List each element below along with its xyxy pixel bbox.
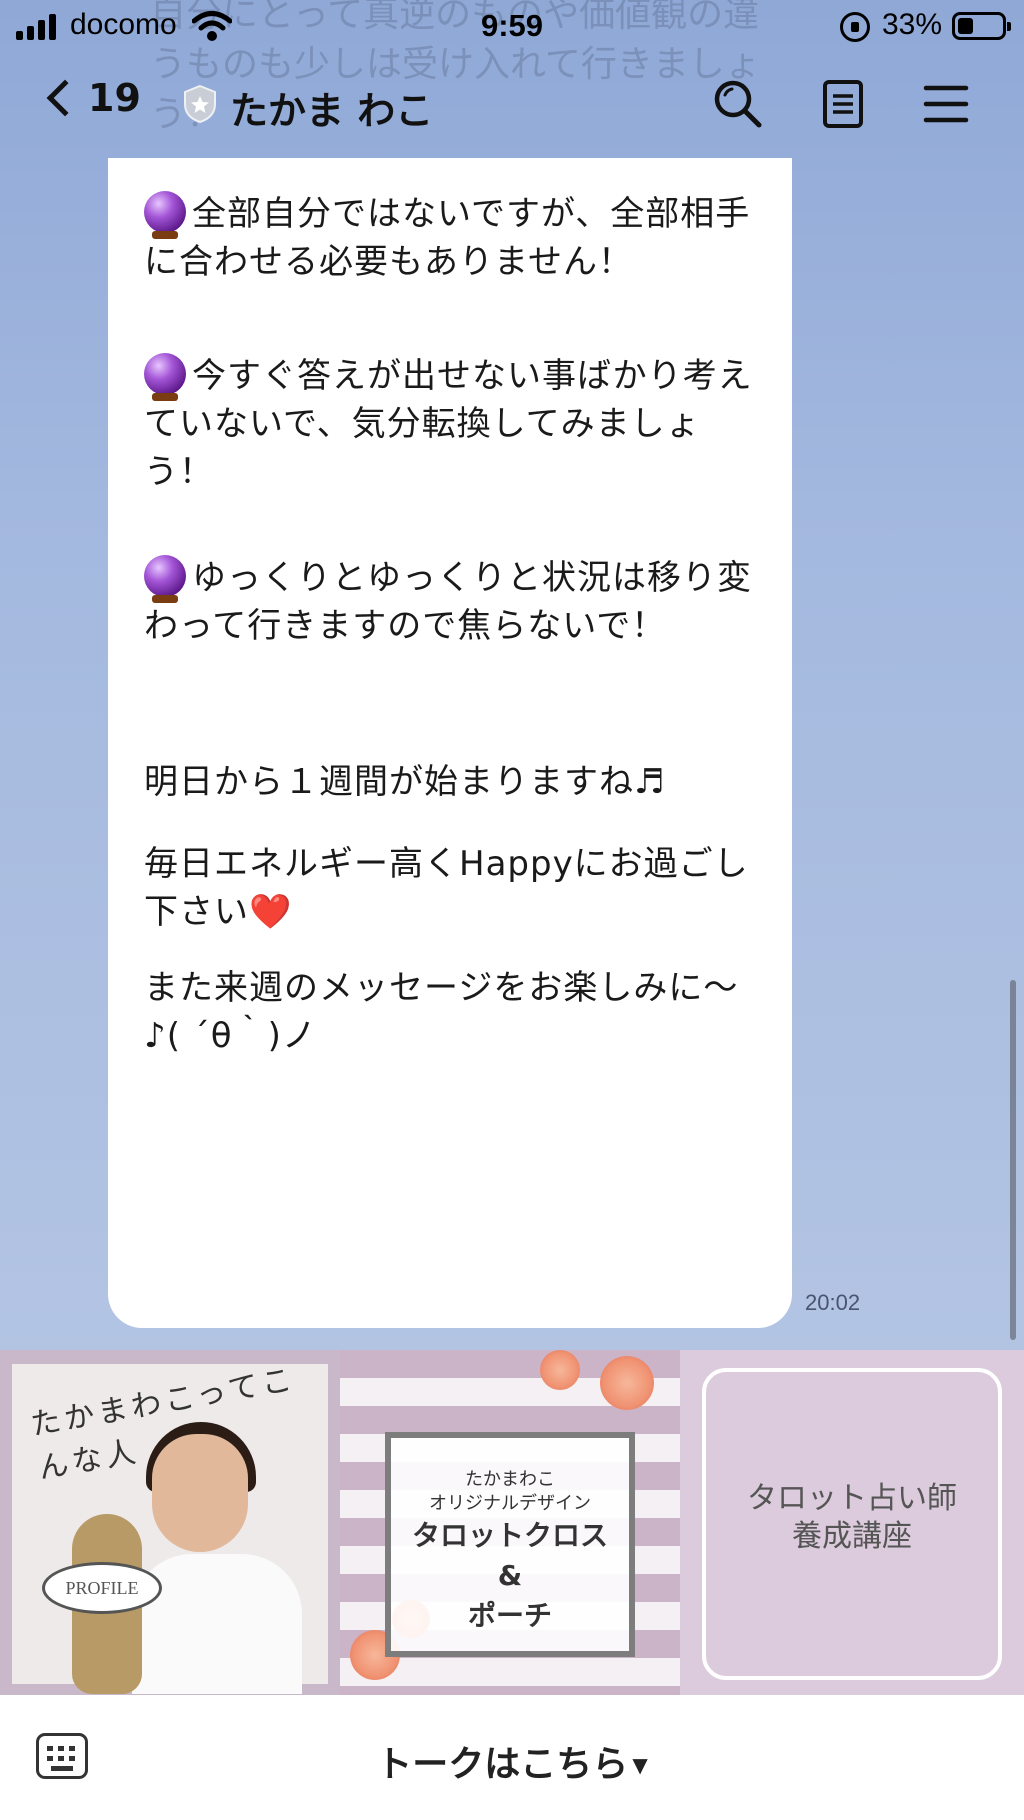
rich-menu: たかまわこってこんな人 PROFILE たかまわこ オリジナルデザイン タロット… bbox=[0, 1350, 1024, 1695]
chat-title: たかま わこ bbox=[230, 89, 434, 133]
message-paragraph: 今すぐ答えが出せない事ばかり考えていないで、気分転換してみましょう！ bbox=[144, 352, 764, 496]
caret-down-icon: ▼ bbox=[632, 1753, 648, 1777]
profile-badge: PROFILE bbox=[42, 1562, 162, 1614]
crystal-ball-icon bbox=[144, 555, 186, 603]
profile-image: たかまわこってこんな人 PROFILE bbox=[12, 1362, 328, 1694]
talk-menu-toggle-button[interactable]: トークはこちら ▼ bbox=[0, 1735, 1024, 1787]
chat-area[interactable]: 自分にとって真逆のものや価値観の違うものも少しは受け入れて行きましょう！ 全部自… bbox=[0, 0, 1024, 1355]
verified-shield-icon bbox=[184, 84, 216, 124]
notes-icon[interactable] bbox=[815, 76, 871, 132]
message-paragraph: 全部自分ではないですが、全部相手に合わせる必要もありません！ bbox=[144, 190, 764, 286]
chat-header: 19 たかま わこ bbox=[0, 62, 1024, 144]
unread-count: 19 bbox=[88, 76, 141, 120]
bottom-bar: トークはこちら ▼ bbox=[0, 1695, 1024, 1820]
person-face bbox=[152, 1434, 248, 1552]
flower-decoration bbox=[600, 1356, 654, 1410]
battery-percent: 33% bbox=[882, 8, 943, 41]
crystal-ball-icon bbox=[144, 191, 186, 239]
rich-menu-course-panel[interactable]: タロット占い師 養成講座 bbox=[680, 1350, 1024, 1695]
rotation-lock-icon bbox=[840, 12, 870, 42]
hamburger-menu-icon[interactable] bbox=[918, 76, 974, 132]
status-bar: docomo 9:59 33% bbox=[0, 0, 1024, 52]
search-icon[interactable] bbox=[710, 76, 766, 132]
battery-icon bbox=[952, 12, 1011, 40]
message-paragraph: また来週のメッセージをお楽しみに〜♪( ´θ｀)ノ bbox=[144, 968, 739, 1056]
crystal-ball-icon bbox=[144, 353, 186, 401]
course-label: タロット占い師 養成講座 bbox=[747, 1481, 957, 1554]
back-button[interactable]: 19 bbox=[40, 76, 141, 120]
scrollbar[interactable] bbox=[1010, 980, 1016, 1340]
rich-menu-profile-panel[interactable]: たかまわこってこんな人 PROFILE bbox=[0, 1350, 340, 1695]
flower-decoration bbox=[540, 1350, 580, 1390]
tarot-cloth-label: たかまわこ オリジナルデザイン タロットクロス & ポーチ bbox=[385, 1432, 635, 1657]
chevron-left-icon bbox=[46, 79, 84, 117]
rich-menu-tarot-panel[interactable]: たかまわこ オリジナルデザイン タロットクロス & ポーチ bbox=[340, 1350, 680, 1695]
person-body bbox=[132, 1554, 302, 1694]
message-paragraph: 毎日エネルギー高くHappyにお過ごし下さい❤️ bbox=[144, 844, 749, 932]
message-timestamp: 20:02 bbox=[805, 1290, 861, 1315]
message-bubble[interactable]: 全部自分ではないですが、全部相手に合わせる必要もありません！ 今すぐ答えが出せな… bbox=[108, 158, 792, 1328]
message-paragraph: 明日から１週間が始まりますね♬ bbox=[144, 762, 666, 802]
status-time: 9:59 bbox=[480, 8, 544, 43]
message-paragraph: ゆっくりとゆっくりと状況は移り変わって行きますので焦らないで！ bbox=[144, 554, 764, 650]
